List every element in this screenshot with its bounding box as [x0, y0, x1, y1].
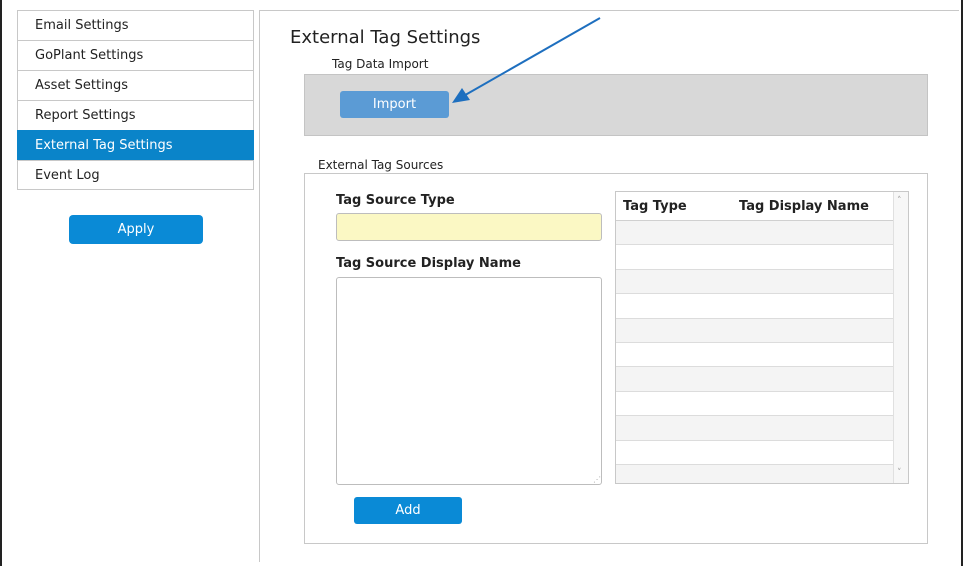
external-tag-sources-caption: External Tag Sources [318, 158, 444, 172]
tag-source-type-input[interactable] [336, 213, 602, 241]
tag-source-display-name-textarea[interactable] [336, 277, 602, 485]
table-scrollbar[interactable]: ˄ ˅ [893, 192, 908, 483]
tag-source-display-name-label: Tag Source Display Name [336, 256, 521, 271]
table-row [616, 367, 893, 392]
page-title: External Tag Settings [290, 27, 481, 48]
sidebar-item-event-log[interactable]: Event Log [17, 160, 254, 190]
app-window: Email Settings GoPlant Settings Asset Se… [0, 0, 963, 566]
table-row [616, 416, 893, 441]
apply-button[interactable]: Apply [69, 215, 203, 244]
resize-grip-icon[interactable]: ⋰ [593, 475, 601, 484]
settings-sidebar: Email Settings GoPlant Settings Asset Se… [17, 10, 254, 190]
table-body [616, 221, 893, 483]
table-row [616, 245, 893, 270]
table-row [616, 391, 893, 417]
sidebar-item-asset-settings[interactable]: Asset Settings [17, 70, 254, 100]
table-row [616, 342, 893, 368]
content-top-border [259, 10, 959, 11]
tag-list-table: Tag Type Tag Display Name ˄ ˅ [615, 191, 909, 484]
table-row [616, 464, 893, 483]
add-button[interactable]: Add [354, 497, 462, 524]
sidebar-item-goplant-settings[interactable]: GoPlant Settings [17, 40, 254, 70]
tag-source-type-label: Tag Source Type [336, 193, 455, 208]
content-divider [259, 10, 260, 562]
sidebar-item-report-settings[interactable]: Report Settings [17, 100, 254, 130]
chevron-up-icon[interactable]: ˄ [897, 196, 902, 206]
table-row [616, 294, 893, 319]
tag-data-import-caption: Tag Data Import [332, 57, 429, 71]
table-row [616, 318, 893, 343]
column-header-tag-type[interactable]: Tag Type [623, 199, 687, 214]
column-header-tag-display-name[interactable]: Tag Display Name [739, 199, 869, 214]
sidebar-item-email-settings[interactable]: Email Settings [17, 10, 254, 40]
table-row [616, 440, 893, 465]
chevron-down-icon[interactable]: ˅ [897, 468, 902, 478]
import-button[interactable]: Import [340, 91, 449, 118]
table-row [616, 221, 893, 246]
table-row [616, 269, 893, 295]
table-header: Tag Type Tag Display Name [616, 192, 893, 221]
sidebar-item-external-tag-settings[interactable]: External Tag Settings [17, 130, 254, 160]
